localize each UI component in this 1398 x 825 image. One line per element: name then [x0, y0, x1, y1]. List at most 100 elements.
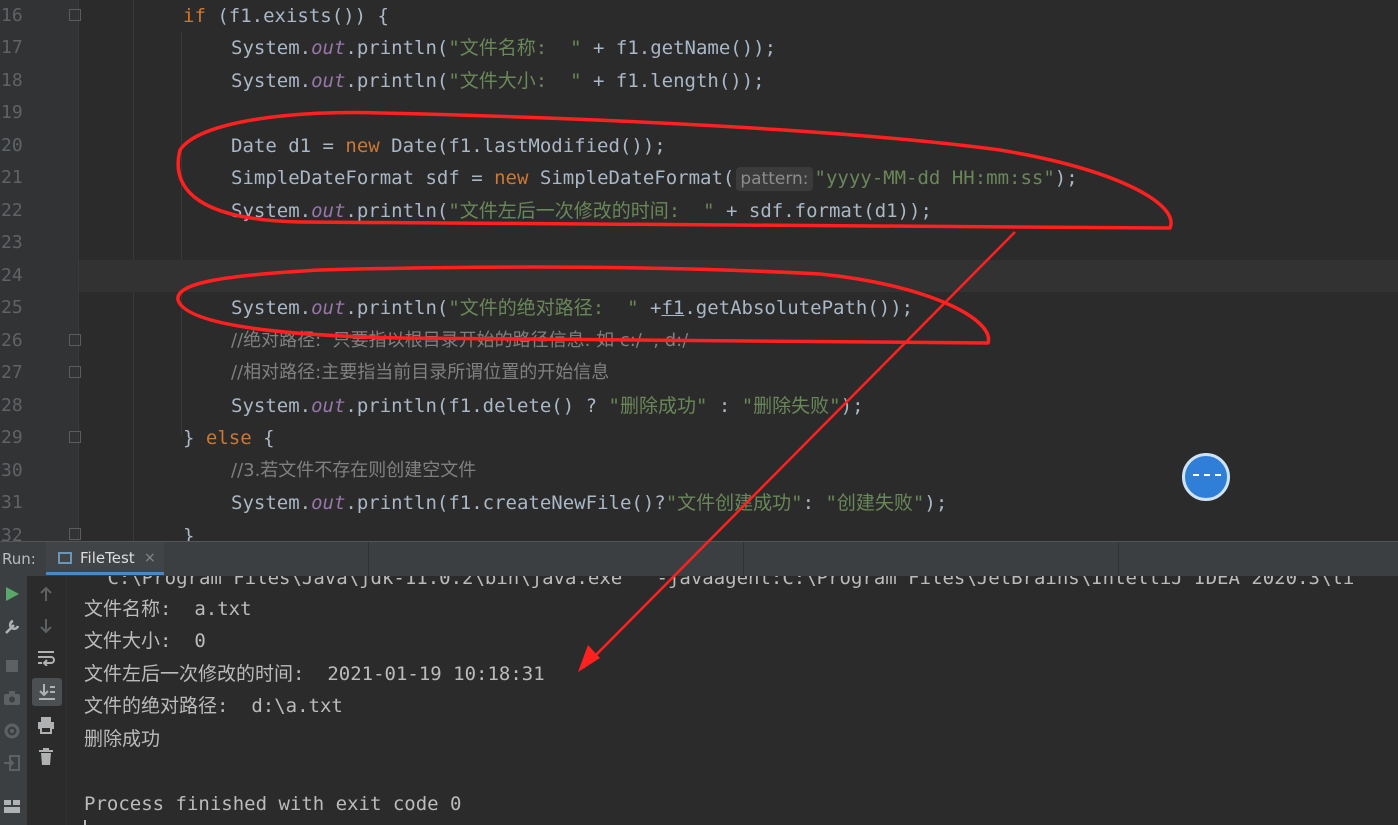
line-number: 28: [1, 395, 23, 416]
code-line-20: Date d1 = new Date(f1.lastModified());: [231, 130, 666, 162]
code-token: new: [345, 135, 380, 157]
code-token: (f1.exists()) {: [205, 5, 389, 27]
fold-marker-icon[interactable]: [69, 366, 81, 378]
line-number: 16: [1, 5, 23, 26]
code-token: "删除失败": [741, 395, 841, 417]
tab-filetest[interactable]: FileTest ×: [46, 542, 164, 575]
code-line-21: SimpleDateFormat sdf = new SimpleDateFor…: [231, 162, 1078, 194]
current-line-highlight: [79, 260, 1398, 292]
code-token: Date(f1.lastModified());: [379, 135, 666, 157]
console-line: 文件左后一次修改的时间: 2021-01-19 10:18:31: [84, 663, 545, 685]
trash-icon[interactable]: [38, 748, 54, 766]
close-icon[interactable]: ×: [144, 542, 156, 574]
line-number: 20: [1, 135, 23, 156]
code-token: +: [638, 297, 662, 319]
console-output[interactable]: "C:\Program Files\Java\jdk-11.0.2\bin\ja…: [67, 576, 1398, 825]
code-token: }: [183, 525, 195, 541]
code-token: Date d1 =: [231, 135, 346, 157]
code-token: {: [251, 427, 275, 449]
console-tab-icon: [58, 552, 72, 564]
console-line: 文件名称: a.txt: [84, 598, 252, 620]
line-gutter: 16 17 18 19 20 21 22 23 24 25 26 27 28 2…: [0, 0, 81, 541]
line-number: 23: [1, 232, 23, 253]
line-number: 17: [1, 37, 23, 58]
console-toolbar: [28, 576, 67, 825]
code-line-31: System.out.println(f1.createNewFile()?"文…: [231, 487, 947, 519]
code-token: else: [205, 427, 252, 449]
code-line-27: //相对路径:主要指当前目录所谓位置的开始信息: [231, 357, 609, 389]
console-line: 文件大小: 0: [84, 630, 206, 652]
code-token: .println(f1.createNewFile()?: [345, 492, 666, 514]
code-line-29: } else {: [183, 422, 275, 454]
code-comment: //绝对路径: 只要指以根目录开始的路径信息. 如 c:/ , d:/: [231, 330, 689, 351]
fold-marker-icon[interactable]: [69, 334, 81, 346]
code-token: "文件创建成功": [665, 492, 803, 514]
code-token: out: [311, 70, 346, 92]
exit-icon[interactable]: [3, 754, 21, 772]
camera-icon[interactable]: [3, 690, 21, 706]
code-token: "文件的绝对路径: ": [448, 297, 639, 319]
code-token: .println(: [345, 297, 449, 319]
wrench-icon[interactable]: [3, 618, 21, 636]
code-line-28: System.out.println(f1.delete() ? "删除成功" …: [231, 390, 864, 422]
layout-icon[interactable]: [3, 798, 21, 814]
code-token: "删除成功": [608, 395, 708, 417]
fold-marker-icon[interactable]: [69, 9, 81, 21]
arrow-down-icon[interactable]: [39, 618, 53, 634]
tab-title: FileTest: [80, 549, 135, 567]
code-token: .println(: [345, 70, 449, 92]
code-line-18: System.out.println("文件大小: " + f1.length(…: [231, 65, 765, 97]
code-line-30: //3.若文件不存在则创建空文件: [231, 455, 476, 487]
code-token: + f1.length());: [581, 70, 765, 92]
line-number: 22: [1, 200, 23, 221]
code-token: :: [707, 395, 742, 417]
code-token: );: [840, 395, 864, 417]
dashes-icon: [1193, 474, 1221, 478]
code-token: "创建失败": [825, 492, 925, 514]
settings-icon[interactable]: [3, 722, 21, 740]
code-token: out: [311, 492, 346, 514]
code-token: );: [924, 492, 948, 514]
code-token: if: [183, 5, 206, 27]
fold-marker-icon[interactable]: [69, 528, 81, 540]
code-token: out: [311, 297, 346, 319]
code-token: System.: [231, 37, 312, 59]
indent-guide: [181, 32, 182, 436]
line-number: 30: [1, 460, 23, 481]
parameter-hint: pattern:: [736, 167, 813, 191]
line-number: 25: [1, 297, 23, 318]
caret: [84, 820, 86, 825]
code-token: SimpleDateFormat sdf =: [231, 167, 495, 189]
code-token: .println(: [345, 37, 449, 59]
line-number: 18: [1, 70, 23, 91]
arrow-up-icon[interactable]: [39, 586, 53, 602]
code-token: .println(f1.delete() ?: [345, 395, 609, 417]
code-token: f1: [661, 297, 685, 319]
code-token: :: [802, 492, 826, 514]
scroll-to-end-icon: [39, 684, 55, 700]
code-token: "文件左后一次修改的时间: ": [448, 200, 715, 222]
scroll-to-end-button[interactable]: [32, 678, 62, 706]
floating-assistant-button[interactable]: [1182, 453, 1230, 501]
run-toolbar: [0, 576, 27, 825]
code-token: .println(: [345, 200, 449, 222]
run-icon[interactable]: [4, 586, 20, 602]
console-line: Process finished with exit code 0: [84, 793, 462, 815]
code-comment: //相对路径:主要指当前目录所谓位置的开始信息: [231, 362, 610, 383]
code-token: + f1.getName());: [581, 37, 777, 59]
console-line: 删除成功: [84, 728, 161, 750]
code-line-32: }: [183, 520, 194, 541]
divider: [1118, 542, 1119, 576]
code-comment: //3.若文件不存在则创建空文件: [231, 460, 477, 481]
stop-icon[interactable]: [5, 659, 19, 673]
code-token: .getAbsolutePath());: [684, 297, 914, 319]
code-token: System.: [231, 70, 312, 92]
divider: [743, 542, 744, 576]
soft-wrap-icon[interactable]: [37, 650, 55, 666]
divider: [368, 542, 369, 576]
code-token: System.: [231, 395, 312, 417]
code-token: System.: [231, 200, 312, 222]
line-number: 19: [1, 102, 23, 123]
fold-marker-icon[interactable]: [69, 431, 81, 443]
print-icon[interactable]: [37, 716, 55, 734]
